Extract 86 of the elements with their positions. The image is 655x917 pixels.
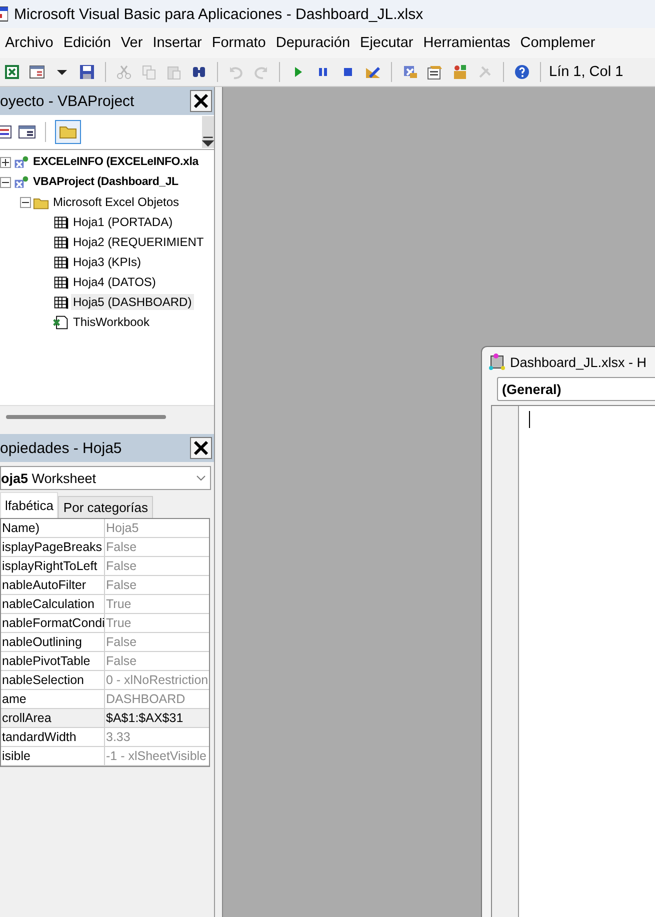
menu-item[interactable]: Herramientas bbox=[418, 35, 516, 51]
minus-toggle-icon[interactable] bbox=[20, 196, 31, 208]
tree-item[interactable]: Hoja5 (DASHBOARD) bbox=[71, 294, 194, 310]
tree-item[interactable]: Hoja3 (KPIs) bbox=[71, 254, 144, 270]
property-row[interactable]: isplayRightToLeft False bbox=[1, 557, 209, 576]
property-name: nableAutoFilter bbox=[1, 577, 88, 594]
cursor-position: Lín 1, Col 1 bbox=[549, 64, 624, 80]
property-row[interactable]: nableFormatCondiTrue bbox=[1, 614, 209, 633]
minus-toggle-icon[interactable] bbox=[0, 176, 11, 188]
code-window-title: Dashboard_JL.xlsx - H bbox=[510, 354, 647, 370]
toolbar-overflow-icon[interactable] bbox=[202, 116, 214, 148]
property-name: nableFormatCondi bbox=[1, 615, 104, 632]
tab[interactable]: lfabética bbox=[0, 492, 58, 518]
property-value: False bbox=[104, 633, 209, 651]
tree-item[interactable]: ThisWorkbook bbox=[71, 314, 152, 330]
workbook-icon bbox=[53, 314, 69, 330]
menu-item[interactable]: Insertar bbox=[148, 35, 207, 51]
property-name: ame bbox=[1, 691, 28, 708]
worksheet-icon bbox=[53, 294, 69, 310]
tree-item[interactable]: Hoja4 (DATOS) bbox=[71, 274, 158, 290]
plus-toggle-icon[interactable] bbox=[0, 156, 11, 168]
tab[interactable]: Por categorías bbox=[58, 496, 153, 518]
menu-item[interactable]: Archivo bbox=[0, 35, 58, 51]
worksheet-icon bbox=[53, 274, 69, 290]
object-dropdown[interactable]: (General) bbox=[497, 377, 655, 401]
property-value: -1 - xlSheetVisible bbox=[104, 747, 209, 765]
property-value: Hoja5 bbox=[104, 519, 209, 537]
save-icon[interactable] bbox=[77, 62, 97, 82]
property-row[interactable]: isible -1 - xlSheetVisible bbox=[1, 747, 209, 766]
close-icon[interactable] bbox=[190, 437, 212, 459]
tree-item[interactable]: EXCELeINFO (EXCELeINFO.xla bbox=[31, 155, 200, 169]
pane-title: oyecto - VBAProject bbox=[0, 92, 134, 110]
property-row[interactable]: Name) Hoja5 bbox=[1, 519, 209, 538]
tree-item[interactable]: Hoja1 (PORTADA) bbox=[71, 214, 175, 230]
property-row[interactable]: tandardWidth 3.33 bbox=[1, 728, 209, 747]
property-value: True bbox=[104, 614, 209, 632]
window-title: Microsoft Visual Basic para Aplicaciones - Dashboard_JL.xlsx bbox=[14, 6, 424, 22]
property-name: nableSelection bbox=[1, 672, 86, 689]
menu-item[interactable]: Ejecutar bbox=[355, 35, 418, 51]
property-name: isplayPageBreaks bbox=[1, 539, 104, 556]
property-row[interactable]: nableAutoFilter False bbox=[1, 576, 209, 595]
property-value: False bbox=[104, 557, 209, 575]
property-name: isible bbox=[1, 748, 32, 765]
worksheet-icon bbox=[53, 254, 69, 270]
object-dropdown[interactable]: oja5 Worksheet bbox=[0, 466, 211, 490]
property-value: False bbox=[104, 652, 209, 670]
property-value: DASHBOARD bbox=[104, 690, 209, 708]
property-name: nableCalculation bbox=[1, 596, 96, 613]
property-value: False bbox=[104, 538, 209, 556]
property-value: 3.33 bbox=[104, 728, 209, 746]
property-row[interactable]: nablePivotTable False bbox=[1, 652, 209, 671]
property-name: isplayRightToLeft bbox=[1, 558, 98, 575]
chevron-icon bbox=[196, 475, 206, 481]
property-name: nablePivotTable bbox=[1, 653, 92, 670]
text-cursor bbox=[529, 411, 530, 428]
property-name: crollArea bbox=[1, 710, 52, 727]
help-icon[interactable] bbox=[512, 62, 532, 82]
property-row[interactable]: isplayPageBreaks False bbox=[1, 538, 209, 557]
property-name: tandardWidth bbox=[1, 729, 78, 746]
tree-item[interactable]: Microsoft Excel Objetos bbox=[51, 194, 182, 210]
property-row[interactable]: crollArea $A$1:$AX$31 bbox=[1, 709, 209, 728]
view-object-icon[interactable] bbox=[18, 125, 36, 139]
property-row[interactable]: nableCalculation True bbox=[1, 595, 209, 614]
property-value: False bbox=[104, 576, 209, 594]
property-value: True bbox=[104, 595, 209, 613]
menu-item[interactable]: Formato bbox=[206, 35, 271, 51]
property-row[interactable]: nableOutlining False bbox=[1, 633, 209, 652]
property-value: $A$1:$AX$31 bbox=[104, 709, 209, 727]
menu-item[interactable]: Complemer bbox=[515, 35, 600, 51]
tree-item[interactable]: VBAProject (Dashboard_JL bbox=[31, 175, 180, 189]
module-icon bbox=[488, 353, 506, 371]
tree-item[interactable]: Hoja2 (REQUERIMIENT bbox=[71, 234, 206, 250]
property-name: Name) bbox=[1, 520, 41, 537]
property-name: nableOutlining bbox=[1, 634, 83, 651]
close-icon[interactable] bbox=[190, 90, 212, 112]
toggle-folders-icon[interactable] bbox=[55, 120, 81, 144]
property-row[interactable]: nableSelection 0 - xlNoRestriction bbox=[1, 671, 209, 690]
worksheet-icon bbox=[53, 234, 69, 250]
menu-item[interactable]: Ver bbox=[116, 35, 148, 51]
pane-title: opiedades - Hoja5 bbox=[0, 440, 122, 456]
excel-grid-icon[interactable] bbox=[2, 62, 22, 82]
menu-item[interactable]: Edición bbox=[58, 35, 116, 51]
menu-item[interactable]: Depuración bbox=[270, 35, 356, 51]
scrollbar-thumb[interactable] bbox=[6, 415, 166, 419]
property-value: 0 - xlNoRestriction bbox=[104, 671, 209, 689]
worksheet-icon bbox=[53, 214, 69, 230]
